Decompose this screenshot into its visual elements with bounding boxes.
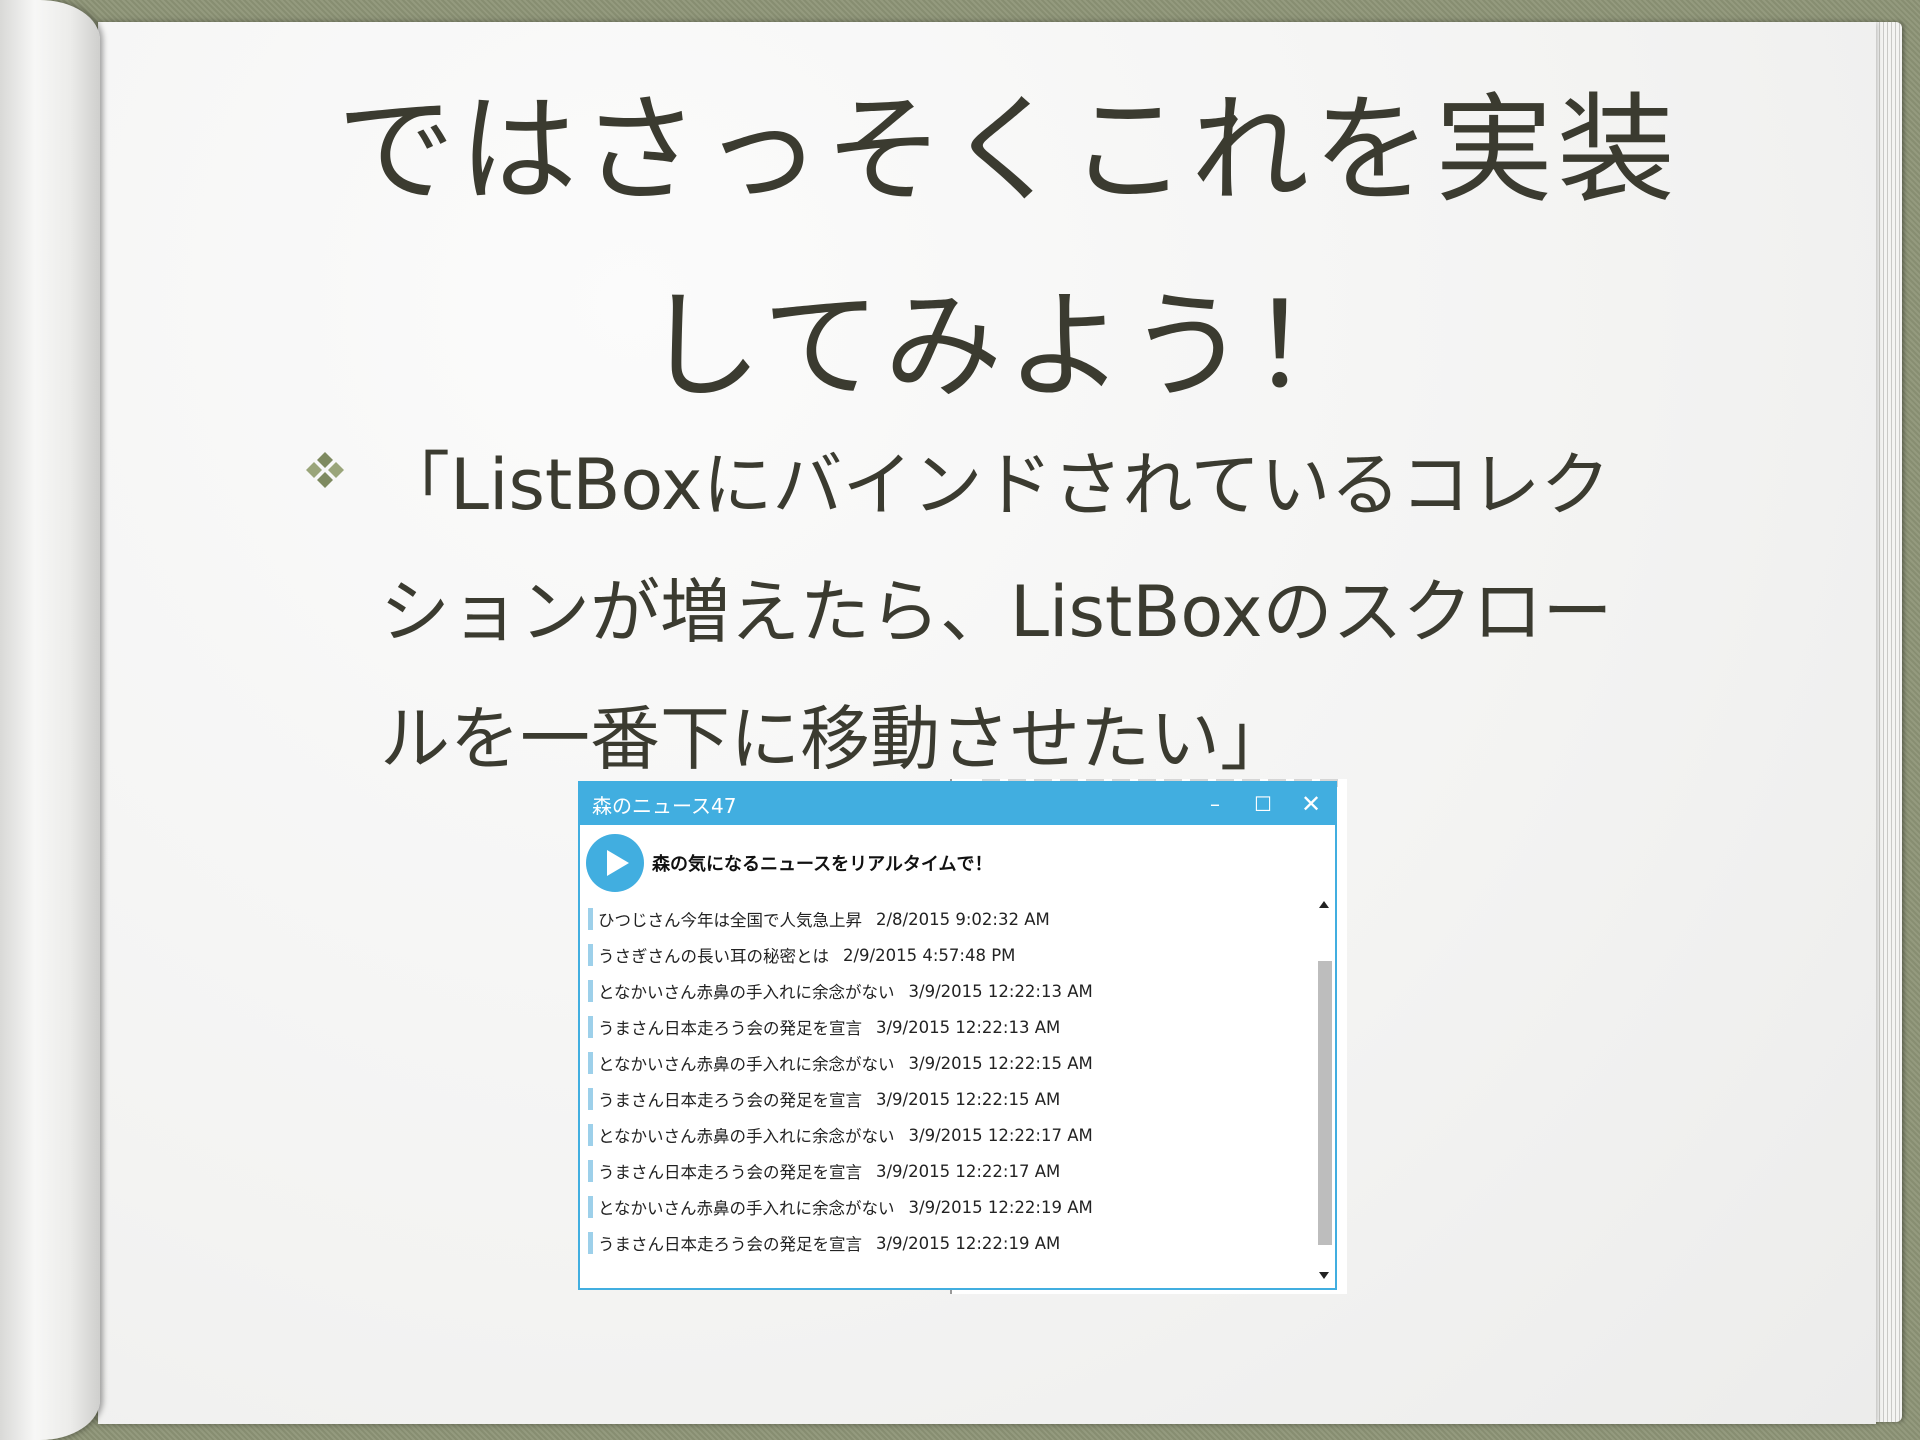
listbox-scrollbar[interactable]	[1315, 895, 1333, 1279]
item-marker	[588, 908, 593, 930]
item-date: 3/9/2015 12:22:17 AM	[908, 1125, 1093, 1145]
item-text: うさぎさんの長い耳の秘密とは	[598, 947, 829, 966]
item-marker	[588, 1052, 593, 1074]
item-date: 2/8/2015 9:02:32 AM	[876, 909, 1050, 929]
list-item[interactable]: となかいさん赤鼻の手入れに余念がない 3/9/2015 12:22:19 AM	[588, 1189, 1308, 1225]
play-icon[interactable]	[586, 834, 644, 892]
news-header: 森の気になるニュースをリアルタイムで！	[586, 833, 993, 893]
item-marker	[588, 1088, 593, 1110]
item-text: うまさん日本走ろう会の発足を宣言	[598, 1019, 862, 1038]
item-marker	[588, 1232, 593, 1254]
bullet-point: 「ListBoxにバインドされているコレク ションが増えたら、ListBoxのス…	[380, 422, 1780, 803]
bullet-line-1: 「ListBoxにバインドされているコレク	[380, 444, 1611, 526]
list-item[interactable]: うさぎさんの長い耳の秘密とは 2/9/2015 4:57:48 PM	[588, 937, 1308, 973]
scroll-up-icon[interactable]	[1319, 901, 1329, 908]
header-text: 森の気になるニュースをリアルタイムで！	[652, 854, 993, 875]
item-marker	[588, 944, 593, 966]
list-item[interactable]: うまさん日本走ろう会の発足を宣言 3/9/2015 12:22:15 AM	[588, 1081, 1308, 1117]
item-date: 3/9/2015 12:22:19 AM	[876, 1233, 1061, 1253]
item-date: 3/9/2015 12:22:13 AM	[908, 981, 1093, 1001]
list-item[interactable]: となかいさん赤鼻の手入れに余念がない 3/9/2015 12:22:17 AM	[588, 1117, 1308, 1153]
close-icon[interactable]: ✕	[1287, 783, 1335, 825]
window-title: 森のニュース47	[592, 793, 737, 818]
item-date: 3/9/2015 12:22:17 AM	[876, 1161, 1061, 1181]
item-text: となかいさん赤鼻の手入れに余念がない	[598, 1055, 895, 1074]
list-item[interactable]: となかいさん赤鼻の手入れに余念がない 3/9/2015 12:22:13 AM	[588, 973, 1308, 1009]
list-item[interactable]: うまさん日本走ろう会の発足を宣言 3/9/2015 12:22:19 AM	[588, 1225, 1308, 1261]
page-edges	[1872, 22, 1902, 1422]
list-item[interactable]: ひつじさん今年は全国で人気急上昇 2/8/2015 9:02:32 AM	[588, 901, 1308, 937]
diamond-bullet-icon	[306, 452, 344, 488]
item-text: となかいさん赤鼻の手入れに余念がない	[598, 1199, 895, 1218]
item-date: 3/9/2015 12:22:15 AM	[908, 1053, 1093, 1073]
list-item[interactable]: うまさん日本走ろう会の発足を宣言 3/9/2015 12:22:17 AM	[588, 1153, 1308, 1189]
item-marker	[588, 1124, 593, 1146]
title-line-2: してみよう！	[643, 277, 1373, 415]
item-marker	[588, 1160, 593, 1182]
slide-title: ではさっそくこれを実装 してみよう！	[308, 52, 1708, 444]
item-date: 3/9/2015 12:22:19 AM	[908, 1197, 1093, 1217]
minimize-icon[interactable]: –	[1191, 783, 1239, 825]
bullet-line-2: ションが増えたら、ListBoxのスクロー	[380, 571, 1613, 653]
maximize-icon[interactable]: ☐	[1239, 783, 1287, 825]
item-text: うまさん日本走ろう会の発足を宣言	[598, 1235, 862, 1254]
scroll-down-icon[interactable]	[1319, 1272, 1329, 1279]
page-curl	[0, 0, 100, 1440]
item-date: 2/9/2015 4:57:48 PM	[843, 945, 1016, 965]
list-item[interactable]: となかいさん赤鼻の手入れに余念がない 3/9/2015 12:22:15 AM	[588, 1045, 1308, 1081]
news-listbox[interactable]: ひつじさん今年は全国で人気急上昇 2/8/2015 9:02:32 AM うさぎさん…	[588, 901, 1308, 1261]
item-marker	[588, 1196, 593, 1218]
item-text: うまさん日本走ろう会の発足を宣言	[598, 1163, 862, 1182]
app-screenshot: 森のニュース47 – ☐ ✕ 森の気になるニュースをリアルタイムで！ ひつじさん…	[578, 779, 1347, 1294]
app-window: 森のニュース47 – ☐ ✕ 森の気になるニュースをリアルタイムで！ ひつじさん…	[578, 781, 1337, 1290]
item-date: 3/9/2015 12:22:13 AM	[876, 1017, 1061, 1037]
item-date: 3/9/2015 12:22:15 AM	[876, 1089, 1061, 1109]
item-text: となかいさん赤鼻の手入れに余念がない	[598, 983, 895, 1002]
item-text: となかいさん赤鼻の手入れに余念がない	[598, 1127, 895, 1146]
slide-page: ではさっそくこれを実装 してみよう！ 「ListBoxにバインドされているコレク…	[98, 22, 1876, 1424]
list-item[interactable]: うまさん日本走ろう会の発足を宣言 3/9/2015 12:22:13 AM	[588, 1009, 1308, 1045]
item-marker	[588, 980, 593, 1002]
item-marker	[588, 1016, 593, 1038]
window-titlebar[interactable]: 森のニュース47 – ☐ ✕	[580, 783, 1335, 825]
item-text: ひつじさん今年は全国で人気急上昇	[598, 911, 862, 930]
scroll-thumb[interactable]	[1318, 961, 1332, 1245]
title-line-1: ではさっそくこれを実装	[336, 81, 1679, 219]
item-text: うまさん日本走ろう会の発足を宣言	[598, 1091, 862, 1110]
